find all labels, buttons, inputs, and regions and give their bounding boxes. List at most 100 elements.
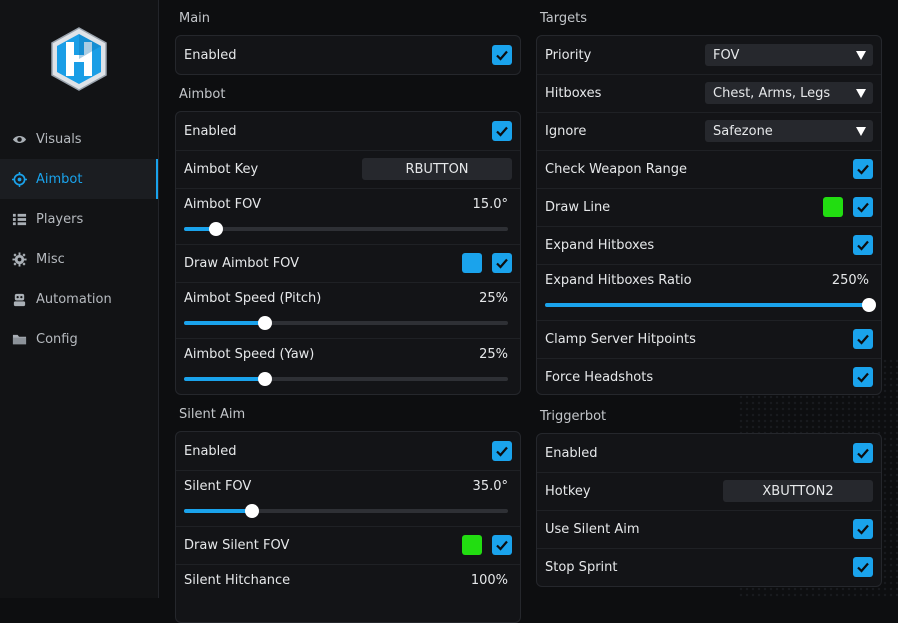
crosshair-icon <box>11 171 27 187</box>
slider-handle[interactable] <box>258 372 272 386</box>
checkmark-icon <box>857 448 869 459</box>
draw-aimbot-fov-checkbox[interactable] <box>492 253 512 273</box>
use-silent-aim-label: Use Silent Aim <box>545 521 640 537</box>
draw-line-label: Draw Line <box>545 199 611 215</box>
sidebar-item-misc[interactable]: Misc <box>0 239 158 279</box>
checkmark-icon <box>496 446 508 457</box>
checkmark-icon <box>857 562 869 573</box>
slider-handle[interactable] <box>258 316 272 330</box>
checkmark-icon <box>496 50 508 61</box>
checkmark-icon <box>496 126 508 137</box>
row-aimbot-enabled: Enabled <box>176 112 520 151</box>
ignore-selected-value: Safezone <box>713 123 773 139</box>
checkmark-icon <box>857 334 869 345</box>
silent-enabled-checkbox[interactable] <box>492 441 512 461</box>
slider-handle[interactable] <box>209 222 224 236</box>
row-trigger-hotkey: Hotkey XBUTTON2 <box>537 472 881 511</box>
expand-hitboxes-ratio-slider[interactable] <box>545 298 876 312</box>
clamp-server-hitpoints-label: Clamp Server Hitpoints <box>545 331 696 347</box>
sidebar-item-label: Players <box>36 211 84 227</box>
trigger-hotkey-button[interactable]: XBUTTON2 <box>723 480 873 502</box>
draw-line-checkbox[interactable] <box>853 197 873 217</box>
panel-silent-aim: Enabled Silent FOV 35.0° Draw Silent FOV… <box>175 431 521 623</box>
row-hitboxes: Hitboxes Chest, Arms, Legs <box>537 74 881 113</box>
priority-label: Priority <box>545 47 592 63</box>
aimbot-key-button[interactable]: RBUTTON <box>362 158 512 180</box>
main-enabled-label: Enabled <box>184 47 237 63</box>
expand-hitboxes-checkbox[interactable] <box>853 235 873 255</box>
triangle-down-icon <box>856 127 866 136</box>
folder-icon <box>11 331 27 347</box>
aimbot-enabled-checkbox[interactable] <box>492 121 512 141</box>
eye-icon <box>11 131 27 147</box>
checkmark-icon <box>496 540 508 551</box>
aimbot-enabled-label: Enabled <box>184 123 237 139</box>
row-use-silent-aim: Use Silent Aim <box>537 510 881 549</box>
clamp-server-hitpoints-checkbox[interactable] <box>853 329 873 349</box>
draw-silent-fov-color-swatch[interactable] <box>462 535 482 555</box>
draw-aimbot-fov-color-swatch[interactable] <box>462 253 482 273</box>
stop-sprint-checkbox[interactable] <box>853 557 873 577</box>
hitboxes-dropdown[interactable]: Chest, Arms, Legs <box>705 82 873 104</box>
sidebar-item-visuals[interactable]: Visuals <box>0 119 158 159</box>
sidebar-item-label: Visuals <box>36 131 82 147</box>
priority-selected-value: FOV <box>713 47 740 63</box>
slider-handle[interactable] <box>862 298 876 312</box>
slider-handle[interactable] <box>245 504 260 518</box>
force-headshots-label: Force Headshots <box>545 369 654 385</box>
silent-enabled-label: Enabled <box>184 443 237 459</box>
aimbot-key-label: Aimbot Key <box>184 161 259 177</box>
sidebar-item-label: Automation <box>36 291 112 307</box>
checkmark-icon <box>496 258 508 269</box>
silent-fov-label: Silent FOV <box>184 479 252 494</box>
sidebar-item-label: Config <box>36 331 78 347</box>
check-weapon-range-checkbox[interactable] <box>853 159 873 179</box>
row-expand-hitboxes-ratio: Expand Hitboxes Ratio 250% <box>537 264 881 321</box>
section-title-triggerbot: Triggerbot <box>540 409 607 424</box>
ignore-dropdown[interactable]: Safezone <box>705 120 873 142</box>
row-silent-enabled: Enabled <box>176 432 520 471</box>
checkmark-icon <box>857 524 869 535</box>
aimbot-speed-yaw-label: Aimbot Speed (Yaw) <box>184 347 315 362</box>
checkmark-icon <box>857 240 869 251</box>
list-icon <box>11 211 27 227</box>
force-headshots-checkbox[interactable] <box>853 367 873 387</box>
priority-dropdown[interactable]: FOV <box>705 44 873 66</box>
checkmark-icon <box>857 372 869 383</box>
sidebar-item-config[interactable]: Config <box>0 319 158 359</box>
row-expand-hitboxes: Expand Hitboxes <box>537 226 881 265</box>
aimbot-fov-slider[interactable] <box>184 222 508 236</box>
sidebar-item-aimbot[interactable]: Aimbot <box>0 159 158 199</box>
row-aimbot-fov: Aimbot FOV 15.0° <box>176 188 520 245</box>
row-clamp-server-hitpoints: Clamp Server Hitpoints <box>537 320 881 359</box>
sidebar-item-label: Misc <box>36 251 65 267</box>
row-silent-hitchance: Silent Hitchance 100% <box>176 564 520 620</box>
section-title-silent-aim: Silent Aim <box>179 407 246 422</box>
silent-fov-slider[interactable] <box>184 504 508 518</box>
aimbot-speed-pitch-slider[interactable] <box>184 316 508 330</box>
sidebar-item-automation[interactable]: Automation <box>0 279 158 319</box>
slider-fill <box>184 377 265 381</box>
gear-icon <box>11 251 27 267</box>
row-aimbot-speed-yaw: Aimbot Speed (Yaw) 25% <box>176 338 520 394</box>
row-silent-fov: Silent FOV 35.0° <box>176 470 520 527</box>
row-draw-silent-fov: Draw Silent FOV <box>176 526 520 565</box>
draw-silent-fov-checkbox[interactable] <box>492 535 512 555</box>
draw-line-color-swatch[interactable] <box>823 197 843 217</box>
sidebar-item-players[interactable]: Players <box>0 199 158 239</box>
use-silent-aim-checkbox[interactable] <box>853 519 873 539</box>
panel-targets: Priority FOV Hitboxes Chest, Arms, Legs … <box>536 35 882 395</box>
row-force-headshots: Force Headshots <box>537 358 881 396</box>
main-enabled-checkbox[interactable] <box>492 45 512 65</box>
silent-fov-value: 35.0° <box>472 479 508 494</box>
triangle-down-icon <box>856 89 866 98</box>
expand-hitboxes-ratio-value: 250% <box>831 273 869 288</box>
trigger-enabled-checkbox[interactable] <box>853 443 873 463</box>
row-aimbot-speed-pitch: Aimbot Speed (Pitch) 25% <box>176 282 520 339</box>
sidebar-item-label: Aimbot <box>36 171 83 187</box>
panel-aimbot: Enabled Aimbot Key RBUTTON Aimbot FOV 15… <box>175 111 521 395</box>
row-ignore: Ignore Safezone <box>537 112 881 151</box>
app-logo <box>48 26 110 92</box>
aimbot-fov-label: Aimbot FOV <box>184 197 261 212</box>
aimbot-speed-yaw-slider[interactable] <box>184 372 508 386</box>
